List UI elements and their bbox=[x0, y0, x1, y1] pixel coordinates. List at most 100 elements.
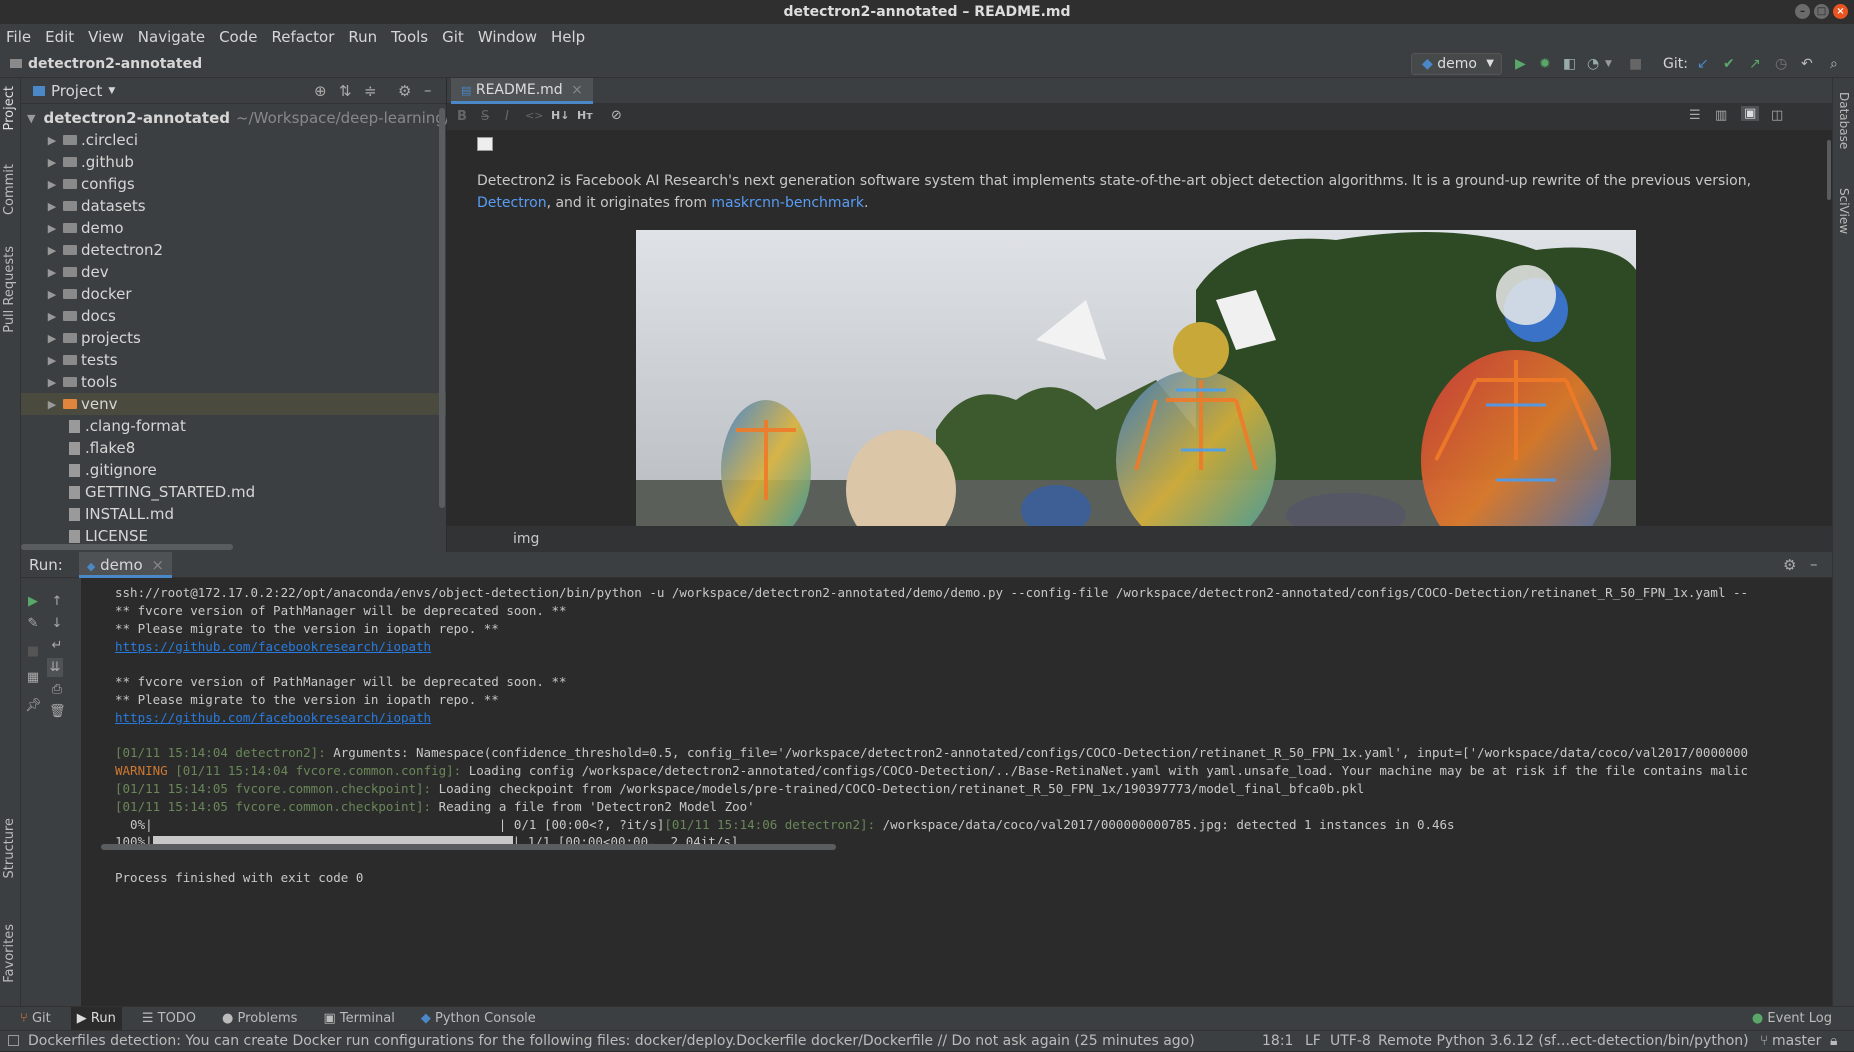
wrench-icon[interactable]: ✎ bbox=[25, 616, 41, 631]
bottom-tab-git[interactable]: ⑂ Git bbox=[14, 1007, 57, 1031]
chevron-right-icon[interactable]: ▶ bbox=[45, 310, 59, 323]
trash-icon[interactable]: 🗑︎ bbox=[49, 704, 66, 719]
tree-folder-projects[interactable]: ▶ projects bbox=[21, 327, 446, 349]
chevron-right-icon[interactable]: ▶ bbox=[45, 222, 59, 235]
console-link[interactable]: https://github.com/facebookresearch/iopa… bbox=[115, 710, 431, 725]
preview-scrollbar[interactable] bbox=[1827, 140, 1831, 200]
console-horizontal-scrollbar[interactable] bbox=[101, 844, 836, 850]
strikethrough-icon[interactable]: S bbox=[481, 109, 489, 124]
chevron-right-icon[interactable]: ▶ bbox=[45, 398, 59, 411]
minimize-icon[interactable]: – bbox=[1795, 4, 1810, 19]
git-update-icon[interactable]: ↙ bbox=[1697, 55, 1709, 73]
editor-only-icon[interactable]: ☰ bbox=[1689, 108, 1701, 123]
chevron-right-icon[interactable]: ▶ bbox=[45, 354, 59, 367]
tree-folder-docker[interactable]: ▶ docker bbox=[21, 283, 446, 305]
tab-favorites[interactable]: Favorites bbox=[2, 924, 17, 983]
search-icon[interactable]: ⌕ bbox=[1830, 55, 1838, 73]
cursor-position[interactable]: 18:1 bbox=[1262, 1031, 1293, 1052]
header-down-icon[interactable]: H↓ bbox=[551, 109, 569, 122]
tree-root[interactable]: ▼ detectron2-annotated ~/Workspace/deep-… bbox=[21, 107, 466, 129]
menu-help[interactable]: Help bbox=[551, 28, 585, 46]
menu-navigate[interactable]: Navigate bbox=[138, 28, 205, 46]
bottom-tab-todo[interactable]: ☰ TODO bbox=[136, 1007, 202, 1031]
tree-folder-detectron2[interactable]: ▶ detectron2 bbox=[21, 239, 446, 261]
rollback-icon[interactable]: ↶ bbox=[1801, 55, 1813, 73]
italic-icon[interactable]: I bbox=[505, 109, 509, 124]
collapse-all-icon[interactable]: ≑ bbox=[364, 82, 377, 100]
menu-view[interactable]: View bbox=[88, 28, 124, 46]
run-configuration-select[interactable]: ◆ demo ▼ bbox=[1411, 53, 1502, 75]
chevron-right-icon[interactable]: ▶ bbox=[45, 134, 59, 147]
menu-refactor[interactable]: Refactor bbox=[271, 28, 334, 46]
rerun-icon[interactable]: ▶ bbox=[25, 594, 41, 609]
profile-icon[interactable]: ◔ bbox=[1587, 55, 1599, 73]
link-icon[interactable]: ⊘ bbox=[611, 108, 622, 123]
history-icon[interactable]: ◷ bbox=[1775, 55, 1787, 73]
expand-all-icon[interactable]: ⇅ bbox=[339, 82, 352, 100]
soft-wrap-icon[interactable]: ↵ bbox=[49, 638, 65, 653]
chevron-right-icon[interactable]: ▶ bbox=[45, 288, 59, 301]
bottom-tab-event-log[interactable]: ● Event Log bbox=[1746, 1007, 1838, 1031]
scroll-up-icon[interactable]: ↑ bbox=[49, 594, 65, 609]
menu-code[interactable]: Code bbox=[219, 28, 257, 46]
console-output[interactable]: ssh://root@172.17.0.2:22/opt/anaconda/en… bbox=[81, 578, 1832, 1018]
tab-commit[interactable]: Commit bbox=[2, 164, 17, 215]
split-view-icon[interactable]: ▥ bbox=[1715, 108, 1727, 123]
tab-readme[interactable]: ▤ README.md × bbox=[451, 78, 593, 104]
gear-icon[interactable]: ⚙ bbox=[1783, 556, 1796, 574]
menu-run[interactable]: Run bbox=[348, 28, 377, 46]
code-icon[interactable]: <> bbox=[525, 109, 543, 122]
close-tab-icon[interactable]: × bbox=[151, 556, 164, 574]
header-up-icon[interactable]: Hᴛ bbox=[577, 109, 593, 122]
tab-sciview[interactable]: SciView bbox=[1837, 188, 1851, 234]
file-encoding[interactable]: UTF-8 bbox=[1330, 1031, 1371, 1052]
chevron-down-icon[interactable]: ▼ bbox=[108, 86, 115, 96]
tab-project[interactable]: Project bbox=[2, 86, 17, 130]
console-link[interactable]: https://github.com/facebookresearch/iopa… bbox=[115, 639, 431, 654]
print-icon[interactable]: ⎙ bbox=[49, 682, 65, 697]
close-tab-icon[interactable]: × bbox=[571, 82, 583, 98]
gear-icon[interactable]: ⚙ bbox=[398, 82, 411, 100]
chevron-down-icon[interactable]: ▼ bbox=[27, 112, 35, 125]
close-icon[interactable]: × bbox=[1833, 4, 1848, 19]
tree-file[interactable]: .gitignore bbox=[21, 459, 446, 481]
more-run-chevron-icon[interactable]: ▼ bbox=[1605, 55, 1612, 73]
status-message[interactable]: Dockerfiles detection: You can create Do… bbox=[28, 1031, 1195, 1052]
hide-panel-icon[interactable]: – bbox=[1810, 555, 1818, 573]
tree-file[interactable]: GETTING_STARTED.md bbox=[21, 481, 446, 503]
chevron-right-icon[interactable]: ▶ bbox=[45, 244, 59, 257]
tree-folder-dot-circleci[interactable]: ▶ .circleci bbox=[21, 129, 446, 151]
chevron-right-icon[interactable]: ▶ bbox=[45, 178, 59, 191]
bottom-tab-python-console[interactable]: ◆ Python Console bbox=[415, 1007, 542, 1031]
tab-database[interactable]: Database bbox=[1837, 92, 1851, 149]
hide-panel-icon[interactable]: – bbox=[424, 81, 432, 99]
menu-file[interactable]: File bbox=[6, 28, 31, 46]
bold-icon[interactable]: B bbox=[457, 109, 467, 124]
chevron-right-icon[interactable]: ▶ bbox=[45, 332, 59, 345]
pin-icon[interactable]: 📌︎ bbox=[25, 698, 42, 713]
tree-folder-dev[interactable]: ▶ dev bbox=[21, 261, 446, 283]
tree-folder-dot-github[interactable]: ▶ .github bbox=[21, 151, 446, 173]
tree-horizontal-scrollbar[interactable] bbox=[21, 544, 233, 550]
tree-vertical-scrollbar[interactable] bbox=[439, 108, 445, 508]
tree-folder-datasets[interactable]: ▶ datasets bbox=[21, 195, 446, 217]
status-toggle-icon[interactable] bbox=[8, 1035, 19, 1046]
tab-structure[interactable]: Structure bbox=[2, 818, 17, 878]
bottom-tab-run[interactable]: ▶ Run bbox=[70, 1006, 122, 1031]
run-tab-demo[interactable]: ◆ demo × bbox=[78, 551, 172, 578]
bottom-tab-terminal[interactable]: ▣ Terminal bbox=[317, 1007, 400, 1031]
menu-git[interactable]: Git bbox=[442, 28, 464, 46]
locate-icon[interactable]: ⊕ bbox=[314, 82, 327, 100]
toggle-layout-icon[interactable]: ◫ bbox=[1771, 108, 1783, 123]
debug-icon[interactable]: ✹ bbox=[1539, 55, 1551, 73]
git-commit-icon[interactable]: ✔ bbox=[1723, 55, 1735, 73]
git-push-icon[interactable]: ↗ bbox=[1749, 55, 1761, 73]
project-panel-title[interactable]: Project bbox=[51, 82, 102, 100]
menu-window[interactable]: Window bbox=[478, 28, 537, 46]
scroll-to-end-icon[interactable]: ⇊ bbox=[47, 658, 63, 677]
menu-tools[interactable]: Tools bbox=[391, 28, 428, 46]
tree-folder-demo[interactable]: ▶ demo bbox=[21, 217, 446, 239]
tree-file[interactable]: INSTALL.md bbox=[21, 503, 446, 525]
tree-file[interactable]: .clang-format bbox=[21, 415, 446, 437]
tree-folder-docs[interactable]: ▶ docs bbox=[21, 305, 446, 327]
